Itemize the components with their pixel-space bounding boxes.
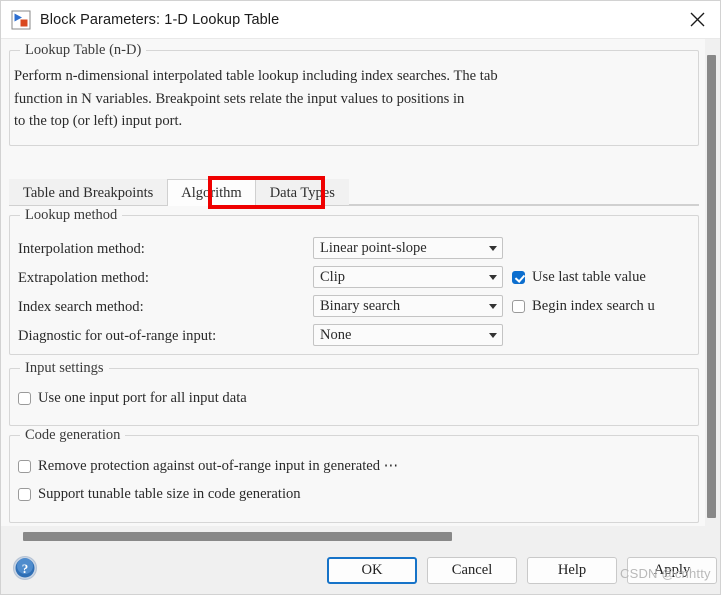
window-title: Block Parameters: 1-D Lookup Table [40, 11, 280, 28]
diagnostic-out-of-range-label: Diagnostic for out-of-range input: [18, 327, 217, 344]
interpolation-method-dropdown[interactable]: Linear point-slope [313, 237, 503, 259]
extrapolation-method-value: Clip [320, 268, 345, 285]
diagnostic-out-of-range-dropdown[interactable]: None [313, 324, 503, 346]
simulink-block-icon [11, 10, 31, 30]
code-generation-group: Code generation Remove protection agains… [9, 427, 699, 523]
tab-data-types[interactable]: Data Types [255, 179, 349, 205]
chevron-down-icon [484, 332, 502, 338]
dialog-button-bar: ? OK Cancel Help Apply [1, 548, 720, 594]
chevron-down-icon [484, 303, 502, 309]
parameters-content-panel: Lookup Table (n-D) Perform n-dimensional… [1, 39, 707, 526]
svg-text:?: ? [22, 561, 29, 576]
support-tunable-table-size-label: Support tunable table size in code gener… [38, 486, 301, 502]
ok-button[interactable]: OK [327, 557, 417, 584]
extrapolation-method-label: Extrapolation method: [18, 269, 149, 286]
lookup-table-description-group: Lookup Table (n-D) Perform n-dimensional… [9, 42, 699, 146]
use-one-input-port-checkbox[interactable]: Use one input port for all input data [18, 390, 247, 407]
checkbox-box [512, 271, 525, 284]
cancel-button[interactable]: Cancel [427, 557, 517, 584]
interpolation-method-label: Interpolation method: [18, 240, 145, 257]
description-group-legend: Lookup Table (n-D) [20, 42, 147, 58]
use-last-table-value-checkbox[interactable]: Use last table value [512, 269, 646, 286]
block-parameters-dialog: Block Parameters: 1-D Lookup Table Looku… [0, 0, 721, 595]
diagnostic-out-of-range-value: None [320, 326, 352, 343]
title-bar: Block Parameters: 1-D Lookup Table [1, 1, 720, 39]
dialog-body: Lookup Table (n-D) Perform n-dimensional… [1, 39, 720, 526]
tab-strip: Table and Breakpoints Algorithm Data Typ… [9, 179, 699, 206]
apply-button[interactable]: Apply [627, 557, 717, 584]
index-search-method-value: Binary search [320, 297, 401, 314]
tab-algorithm[interactable]: Algorithm [167, 179, 256, 206]
support-tunable-table-size-checkbox[interactable]: Support tunable table size in code gener… [18, 486, 301, 503]
index-search-method-dropdown[interactable]: Binary search [313, 295, 503, 317]
interpolation-method-value: Linear point-slope [320, 239, 427, 256]
diagnostic-out-of-range-row: Diagnostic for out-of-range input: [18, 325, 216, 347]
checkbox-box [512, 300, 525, 313]
chevron-down-icon [484, 245, 502, 251]
extrapolation-method-row: Extrapolation method: [18, 267, 149, 289]
help-button[interactable]: Help [527, 557, 617, 584]
remove-protection-checkbox[interactable]: Remove protection against out-of-range i… [18, 457, 398, 475]
vertical-scrollbar-thumb[interactable] [707, 55, 716, 518]
help-circle-icon[interactable]: ? [12, 555, 38, 581]
vertical-scrollbar[interactable] [705, 39, 720, 526]
checkbox-box [18, 488, 31, 501]
chevron-down-icon [484, 274, 502, 280]
use-last-table-value-label: Use last table value [532, 269, 646, 285]
begin-index-search-checkbox[interactable]: Begin index search u [512, 298, 655, 315]
remove-protection-label: Remove protection against out-of-range i… [38, 458, 399, 474]
input-settings-group-legend: Input settings [20, 360, 109, 376]
input-settings-group: Input settings Use one input port for al… [9, 360, 699, 426]
lookup-method-group: Lookup method Interpolation method: Line… [9, 207, 699, 355]
index-search-method-row: Index search method: [18, 296, 144, 318]
horizontal-scrollbar-thumb[interactable] [23, 532, 452, 541]
tab-table-and-breakpoints[interactable]: Table and Breakpoints [9, 179, 168, 205]
begin-index-search-label: Begin index search u [532, 298, 655, 314]
tab-strip-filler [348, 178, 699, 205]
checkbox-box [18, 392, 31, 405]
close-icon[interactable] [674, 1, 720, 39]
interpolation-method-row: Interpolation method: [18, 238, 145, 260]
extrapolation-method-dropdown[interactable]: Clip [313, 266, 503, 288]
code-generation-group-legend: Code generation [20, 427, 126, 443]
checkbox-box [18, 459, 31, 473]
lookup-method-group-legend: Lookup method [20, 207, 123, 223]
use-one-input-port-label: Use one input port for all input data [38, 390, 247, 406]
horizontal-scrollbar[interactable] [1, 526, 720, 548]
index-search-method-label: Index search method: [18, 298, 144, 315]
description-text: Perform n-dimensional interpolated table… [14, 68, 498, 129]
